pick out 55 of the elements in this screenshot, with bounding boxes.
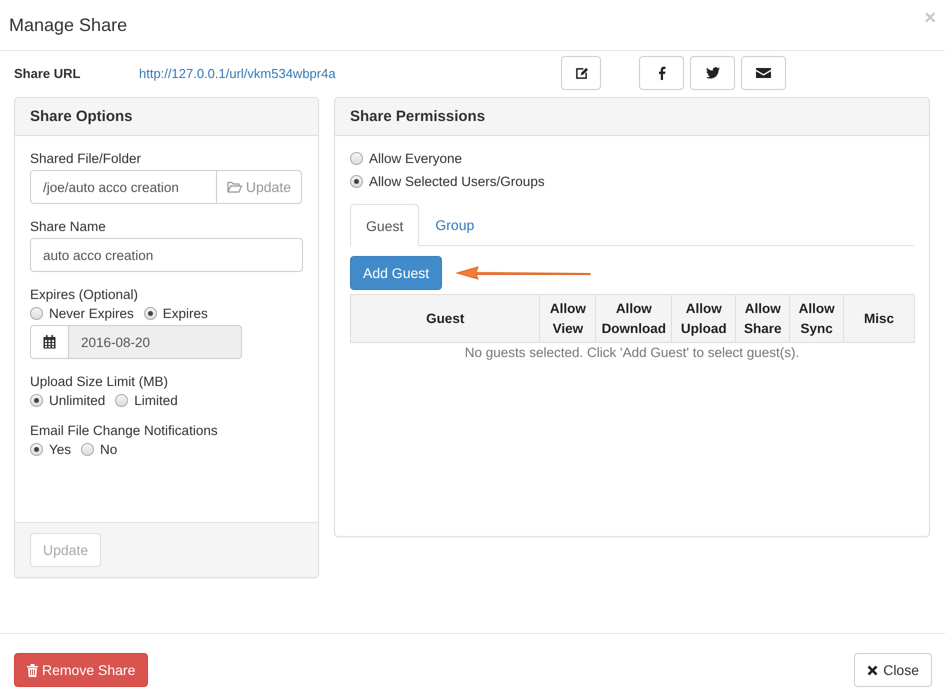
- column-header: Allow Download: [596, 294, 672, 342]
- calendar-icon: [43, 335, 56, 349]
- dialog-title: Manage Share: [9, 14, 128, 36]
- radio-label: Allow Everyone: [369, 151, 462, 166]
- date-field[interactable]: 2016-08-20: [69, 325, 242, 359]
- radio-label: Expires: [162, 306, 208, 321]
- column-header: Guest: [350, 294, 540, 342]
- radio-label: Yes: [49, 442, 72, 457]
- add-guest-button[interactable]: Add Guest: [350, 256, 442, 290]
- radio-label: Limited: [134, 393, 178, 408]
- update-path-button[interactable]: Update: [216, 170, 302, 204]
- field-label: Upload Size Limit (MB): [30, 374, 170, 389]
- field-label: Email File Change Notifications: [30, 423, 219, 438]
- radio-button[interactable]: [81, 443, 94, 456]
- field-label: Expires (Optional): [30, 287, 140, 302]
- facebook-share-button[interactable]: [639, 56, 684, 90]
- bird-icon: [706, 67, 720, 79]
- radio-button[interactable]: [30, 394, 43, 407]
- close-dialog-button[interactable]: Close: [854, 653, 932, 687]
- share-name-field[interactable]: auto acco creation: [30, 238, 303, 272]
- radio-button[interactable]: [144, 307, 157, 320]
- edit-icon: [574, 66, 588, 80]
- folder-icon: [226, 181, 242, 193]
- radio-label: Never Expires: [49, 306, 134, 321]
- remove-share-button[interactable]: Remove Share: [14, 653, 148, 687]
- path-field[interactable]: /joe/auto acco creation: [30, 170, 217, 204]
- close-icon: [867, 664, 878, 676]
- radio-button[interactable]: [350, 175, 363, 188]
- share-url-link[interactable]: http://127.0.0.1/url/vkm534wbpr4a: [139, 66, 561, 80]
- column-header: Allow View: [540, 294, 596, 342]
- panel-title: Share Options: [30, 108, 133, 125]
- email-share-button[interactable]: [741, 56, 786, 90]
- tab[interactable]: Guest: [350, 204, 420, 246]
- edit-button[interactable]: [561, 56, 601, 90]
- field-label: Shared File/Folder: [30, 151, 142, 166]
- empty-message: No guests selected. Click 'Add Guest' to select guest(s).: [464, 344, 800, 362]
- column-header: Allow Upload: [672, 294, 736, 342]
- twitter-share-button[interactable]: [690, 56, 735, 90]
- radio-button[interactable]: [30, 307, 43, 320]
- trash-icon: [27, 664, 38, 676]
- tab[interactable]: Group: [419, 204, 490, 245]
- radio-button[interactable]: [30, 443, 43, 456]
- f-logo-icon: [658, 66, 666, 80]
- column-header: Allow Sync: [790, 294, 844, 342]
- radio-button[interactable]: [350, 152, 363, 165]
- radio-label: Unlimited: [49, 393, 106, 408]
- radio-button[interactable]: [115, 394, 128, 407]
- envelope-icon: [756, 67, 771, 79]
- share-url-label: Share URL: [14, 66, 82, 80]
- panel-title: Share Permissions: [350, 108, 486, 125]
- field-label: Share Name: [30, 219, 107, 234]
- column-header: Allow Share: [736, 294, 790, 342]
- radio-label: No: [100, 442, 118, 457]
- radio-label: Allow Selected Users/Groups: [369, 174, 545, 189]
- column-header: Misc: [844, 294, 914, 342]
